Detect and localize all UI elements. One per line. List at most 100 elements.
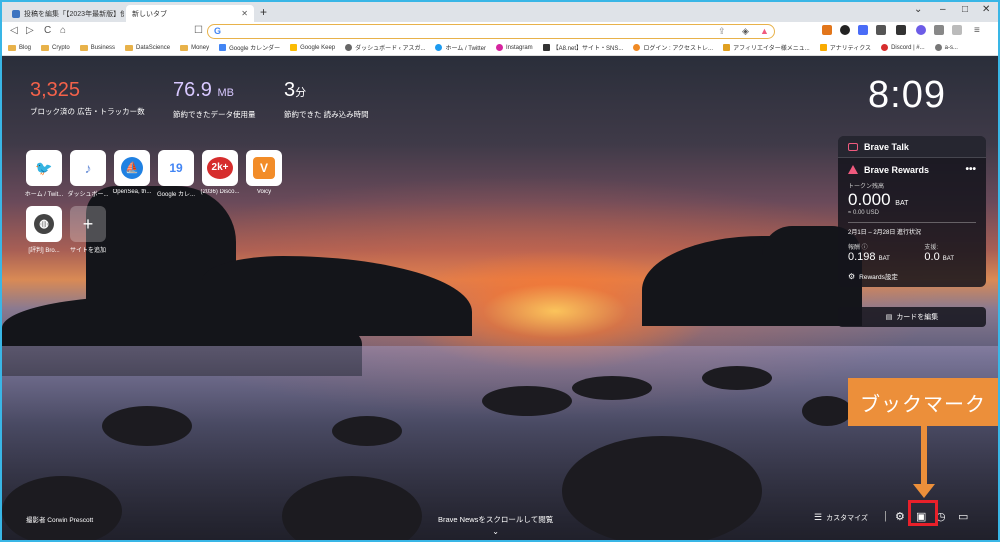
bookmark-link[interactable]: Discord | #... [881,44,925,51]
menu-icon[interactable]: ≡ [974,24,980,38]
bookmark-link[interactable]: 【A8.net】サイト・SNS... [542,43,623,52]
brave-rewards-title: Brave Rewards [864,164,930,175]
folder-icon [41,44,50,51]
bookmark-folder[interactable]: Blog [8,44,31,51]
gear-icon: ⚙ [848,271,856,281]
brave-talk-card[interactable]: Brave Talk [838,136,986,158]
bookmark-link[interactable]: ホーム / Twitter [435,43,486,52]
more-options-button[interactable]: ••• [965,164,976,175]
bookmark-callout: ブックマーク [848,378,998,426]
customize-button[interactable]: ☰ カスタマイズ [814,512,868,523]
estimated-earnings-unit: BAT [878,256,890,262]
puzzle-icon[interactable] [896,25,906,35]
bookmark-link[interactable]: アフィリエイター様メニュ... [723,43,810,52]
extension-icon[interactable] [858,25,868,35]
tab-edit-post[interactable]: 投稿を編集「【2023年最新版】使うだけ ✕ [6,5,124,22]
opensea-icon: ⛵ [114,150,150,186]
extension-icon[interactable] [840,25,850,35]
instagram-icon [495,44,503,51]
time-saved-unit: 分 [295,87,307,99]
new-tab-button[interactable]: + [260,5,267,19]
top-site-tile[interactable]: ♪ ダッシュボー... [66,150,110,198]
tab-new-tab[interactable]: 新しいタブ ✕ [126,5,254,22]
brave-talk-title: Brave Talk [864,141,909,152]
maximize-button[interactable]: □ [962,4,968,15]
top-site-tile[interactable]: 2k+ (2036) Disco... [198,150,242,195]
globe-icon: ◍ [26,206,62,242]
settings-icon[interactable]: ⚙ [895,510,905,523]
bandwidth-saved-value: 76.9 [173,79,212,101]
token-balance-usd: ≈ 0.00 USD [848,210,879,216]
top-site-tile[interactable]: ◍ [評判] Bro... [22,206,66,254]
calendar-icon: 19 [158,150,194,186]
edit-cards-button[interactable]: ▤ カードを編集 [838,307,986,327]
bookmark-link[interactable]: a-s... [934,44,958,51]
tab-label: 投稿を編集「【2023年最新版】使うだけ [24,10,124,18]
voicy-icon: V [246,150,282,186]
add-site-button[interactable]: + サイトを追加 [66,206,110,254]
top-site-tile[interactable]: 19 Google カレ... [154,150,198,198]
trackers-blocked-count: 3,325 [30,79,81,101]
rewards-settings-label: Rewards設定 [859,274,898,281]
estimated-earnings-label: 報酬 ⓘ [848,245,868,251]
edit-icon: ▤ [885,314,893,321]
brave-rewards-icon [848,165,858,174]
close-window-button[interactable]: ✕ [982,4,990,15]
top-site-tile[interactable]: 🐦 ホーム / Twit... [22,150,66,198]
token-balance-label: トークン残高 [848,184,885,190]
photo-credit: 撮影者 Corwin Prescott [26,517,94,524]
bookmark-link[interactable]: アナリティクス [819,43,871,52]
address-bar[interactable]: G ⇪ ◈ ▲ [207,24,775,39]
extension-icon[interactable] [934,25,944,35]
extension-icon[interactable] [916,25,926,35]
folder-icon [8,44,16,51]
bookmark-link[interactable]: Google Keep [290,44,335,51]
wallet-icon[interactable] [876,25,886,35]
tab-strip: 投稿を編集「【2023年最新版】使うだけ ✕ 新しいタブ ✕ + ⌄ – □ ✕ [2,2,998,22]
bookmark-link[interactable]: Instagram [495,44,533,51]
callout-arrow [921,426,927,486]
tips-label: 支援: [924,245,939,251]
folder-icon [180,44,189,51]
tips-unit: BAT [942,256,954,262]
bookmark-page-button[interactable]: ☐ [194,24,203,38]
analytics-icon [819,44,827,51]
tab-search-button[interactable]: ⌄ [914,4,922,15]
brave-news-prompt[interactable]: Brave Newsをスクロールして閲覧 ⌄ [438,514,553,536]
brave-talk-icon[interactable]: ▭ [958,510,968,523]
bookmark-link[interactable]: ダッシュボード ‹ アスガ... [345,43,425,52]
time-saved-label: 節約できた 読み込み時間 [284,110,369,119]
bookmark-folder[interactable]: Business [79,44,115,51]
reload-button[interactable]: C [44,24,51,38]
time-saved-stat: 3分 節約できた 読み込み時間 [284,78,369,120]
metamask-icon[interactable] [822,25,832,35]
brave-rewards-icon[interactable]: ▲ [760,26,769,36]
bookmark-link[interactable]: Google カレンダー [219,43,280,52]
bookmarks-bar: Blog Crypto Business DataScience Money G… [2,40,998,56]
bookmark-folder[interactable]: Money [180,44,209,51]
token-balance-value: 0.000 [848,190,891,209]
top-site-tile[interactable]: V Voicy [242,150,286,195]
share-icon[interactable]: ⇪ [718,26,726,37]
bookmark-folder[interactable]: DataScience [125,44,170,51]
brave-widget-stack: Brave Talk Brave Rewards ••• トークン残高 0.00… [838,136,986,287]
brave-shields-icon[interactable]: ◈ [742,26,749,37]
rewards-settings-link[interactable]: ⚙ Rewards設定 [848,271,976,282]
token-balance-unit: BAT [895,200,909,207]
sidebar-icon[interactable] [952,25,962,35]
plus-icon: + [70,206,106,242]
home-button[interactable]: ⌂ [60,24,66,38]
close-icon[interactable]: ✕ [241,9,248,18]
bookmark-folder[interactable]: Crypto [41,44,70,51]
minimize-button[interactable]: – [940,4,946,15]
google-icon: G [214,26,222,36]
bookmark-link[interactable]: ログイン : アクセストレ... [633,43,713,52]
twitter-icon: 🐦 [26,150,62,186]
new-tab-page: 3,325 ブロック済の 広告・トラッカー数 76.9 MB 節約できたデータ使… [2,56,998,540]
estimated-earnings-value: 0.198 [848,251,876,263]
rewards-period: 2月1日 – 2月28日 進行状況 [848,230,922,236]
top-site-tile[interactable]: ⛵ OpenSea, th... [110,150,154,195]
back-button[interactable]: ◁ [10,24,18,38]
forward-button[interactable]: ▷ [26,24,34,38]
edit-cards-label: カードを編集 [896,314,939,321]
